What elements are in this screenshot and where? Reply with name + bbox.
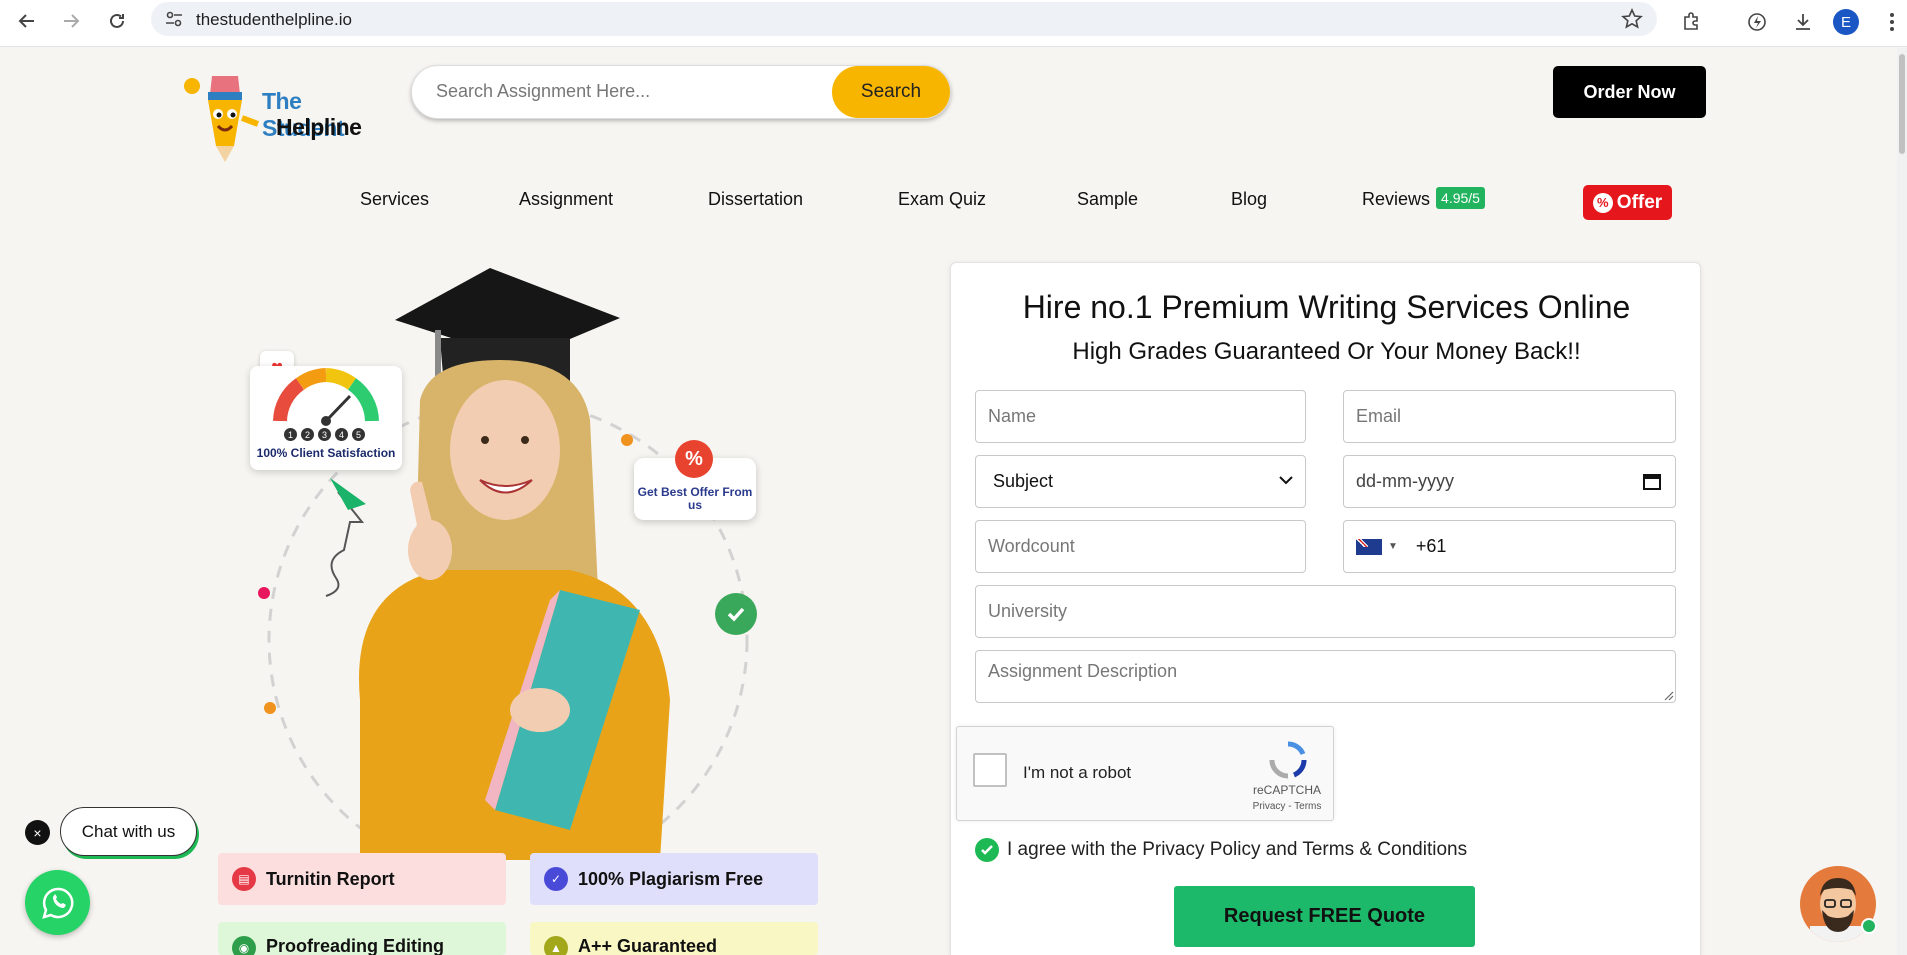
feature-proofreading-editing: ◉ Proofreading Editing: [218, 922, 506, 955]
country-dropdown-icon[interactable]: ▼: [1388, 541, 1398, 552]
nav-item-blog[interactable]: Blog: [1231, 189, 1267, 210]
chat-close-button[interactable]: ×: [25, 820, 50, 845]
resize-handle-icon[interactable]: [1664, 691, 1674, 701]
check-badge-icon: [715, 593, 757, 635]
check-circle-icon: ✓: [544, 867, 568, 891]
recaptcha-terms-link[interactable]: Privacy - Terms: [1247, 801, 1327, 812]
satisfaction-card: 1 2 3 4 5 100% Client Satisfaction: [250, 366, 402, 470]
phone-input[interactable]: ▼ +61: [1343, 520, 1676, 573]
chevron-down-icon: [1279, 476, 1293, 485]
agree-terms[interactable]: I agree with the Privacy Policy and Term…: [975, 838, 1467, 862]
nav-item-services[interactable]: Services: [360, 189, 429, 210]
search-bar: Search: [411, 65, 951, 119]
page-scrollbar[interactable]: [1897, 48, 1907, 955]
satisfaction-label: 100% Client Satisfaction: [256, 446, 396, 460]
offer-label: Offer: [1616, 191, 1663, 213]
search-input[interactable]: [436, 81, 816, 102]
chat-with-us-button[interactable]: Chat with us: [60, 807, 197, 856]
url-text[interactable]: thestudenthelpline.io: [196, 10, 352, 30]
reload-icon[interactable]: [101, 5, 133, 37]
nav-item-exam-quiz[interactable]: Exam Quiz: [898, 189, 986, 210]
gauge-digit: 2: [301, 428, 314, 441]
percent-icon: %: [1592, 192, 1613, 213]
back-icon[interactable]: [11, 5, 43, 37]
feature-plagiarism-free: ✓ 100% Plagiarism Free: [530, 853, 818, 905]
site-logo[interactable]: The Student Helpline: [182, 66, 382, 162]
recaptcha-checkbox[interactable]: [973, 753, 1007, 787]
whatsapp-icon[interactable]: [25, 870, 90, 935]
online-status-indicator: [1861, 918, 1877, 934]
request-free-quote-button[interactable]: Request FREE Quote: [1174, 886, 1475, 947]
gauge-digit: 5: [352, 428, 365, 441]
search-button[interactable]: Search: [832, 66, 950, 118]
subject-select[interactable]: Subject: [975, 455, 1306, 508]
date-input[interactable]: dd-mm-yyyy: [1343, 455, 1676, 508]
gauge-digit: 3: [318, 428, 331, 441]
nav-item-assignment[interactable]: Assignment: [519, 189, 613, 210]
feature-label: Turnitin Report: [266, 868, 395, 889]
phone-code: +61: [1415, 536, 1447, 556]
address-bar[interactable]: thestudenthelpline.io: [151, 2, 1657, 36]
offer-button[interactable]: % Offer: [1583, 185, 1672, 220]
form-subtitle: High Grades Guaranteed Or Your Money Bac…: [1072, 338, 1581, 365]
downloads-icon[interactable]: [1787, 6, 1819, 38]
order-now-button[interactable]: Order Now: [1553, 66, 1706, 118]
name-input[interactable]: [975, 390, 1306, 443]
thumbs-up-icon: ▲: [544, 936, 568, 955]
australia-flag-icon[interactable]: [1356, 538, 1382, 555]
hero-student-illustration: [258, 268, 749, 860]
check-circle-icon[interactable]: [975, 838, 999, 862]
profile-avatar[interactable]: E: [1830, 6, 1862, 38]
menu-icon[interactable]: [1876, 6, 1907, 38]
forward-icon[interactable]: [55, 5, 87, 37]
gauge-digit: 4: [335, 428, 348, 441]
feature-label: 100% Plagiarism Free: [578, 868, 764, 889]
feature-a-plus-guaranteed: ▲ A++ Guaranteed: [530, 922, 818, 955]
nav-item-reviews[interactable]: Reviews 4.95/5: [1362, 187, 1485, 211]
recaptcha-logo-icon: [1269, 741, 1307, 779]
pencil-mascot-icon: [184, 76, 260, 162]
nav-item-sample[interactable]: Sample: [1077, 189, 1138, 210]
assignment-description-input[interactable]: [975, 650, 1676, 703]
feature-label: A++ Guaranteed: [578, 936, 718, 955]
eye-icon: ◉: [232, 936, 256, 955]
profile-initial: E: [1833, 9, 1859, 35]
logo-text-line2: Helpline: [276, 114, 362, 140]
gauge-digit: 1: [284, 428, 297, 441]
nav-item-dissertation[interactable]: Dissertation: [708, 189, 803, 210]
browser-toolbar: thestudenthelpline.io E: [0, 0, 1907, 47]
extensions-icon[interactable]: [1676, 6, 1708, 38]
performance-icon[interactable]: [1741, 6, 1773, 38]
subject-value: Subject: [993, 471, 1054, 491]
feature-label: Proofreading Editing: [266, 936, 444, 955]
scrollbar-thumb[interactable]: [1899, 54, 1905, 154]
recaptcha-widget: I'm not a robot reCAPTCHA Privacy - Term…: [956, 726, 1334, 821]
university-input[interactable]: [975, 585, 1676, 638]
nav-item-reviews-label: Reviews: [1362, 189, 1431, 209]
rating-badge: 4.95/5: [1436, 187, 1485, 209]
form-title: Hire no.1 Premium Writing Services Onlin…: [1022, 289, 1631, 325]
recaptcha-label: I'm not a robot: [1023, 763, 1132, 782]
calendar-icon[interactable]: [1643, 472, 1661, 490]
agree-text: I agree with the Privacy Policy and Term…: [1007, 839, 1468, 860]
percent-badge-icon: %: [675, 440, 713, 478]
date-value: dd-mm-yyyy: [1356, 471, 1454, 491]
email-input[interactable]: [1343, 390, 1676, 443]
gauge-digits: 1 2 3 4 5: [284, 428, 365, 441]
feature-turnitin-report: ▤ Turnitin Report: [218, 853, 506, 905]
star-icon[interactable]: [1621, 8, 1643, 35]
recaptcha-brand: reCAPTCHA: [1252, 783, 1321, 797]
report-icon: ▤: [232, 867, 256, 891]
site-settings-icon[interactable]: [165, 10, 183, 33]
best-offer-label: Get Best Offer From us: [637, 485, 753, 512]
wordcount-input[interactable]: [975, 520, 1306, 573]
